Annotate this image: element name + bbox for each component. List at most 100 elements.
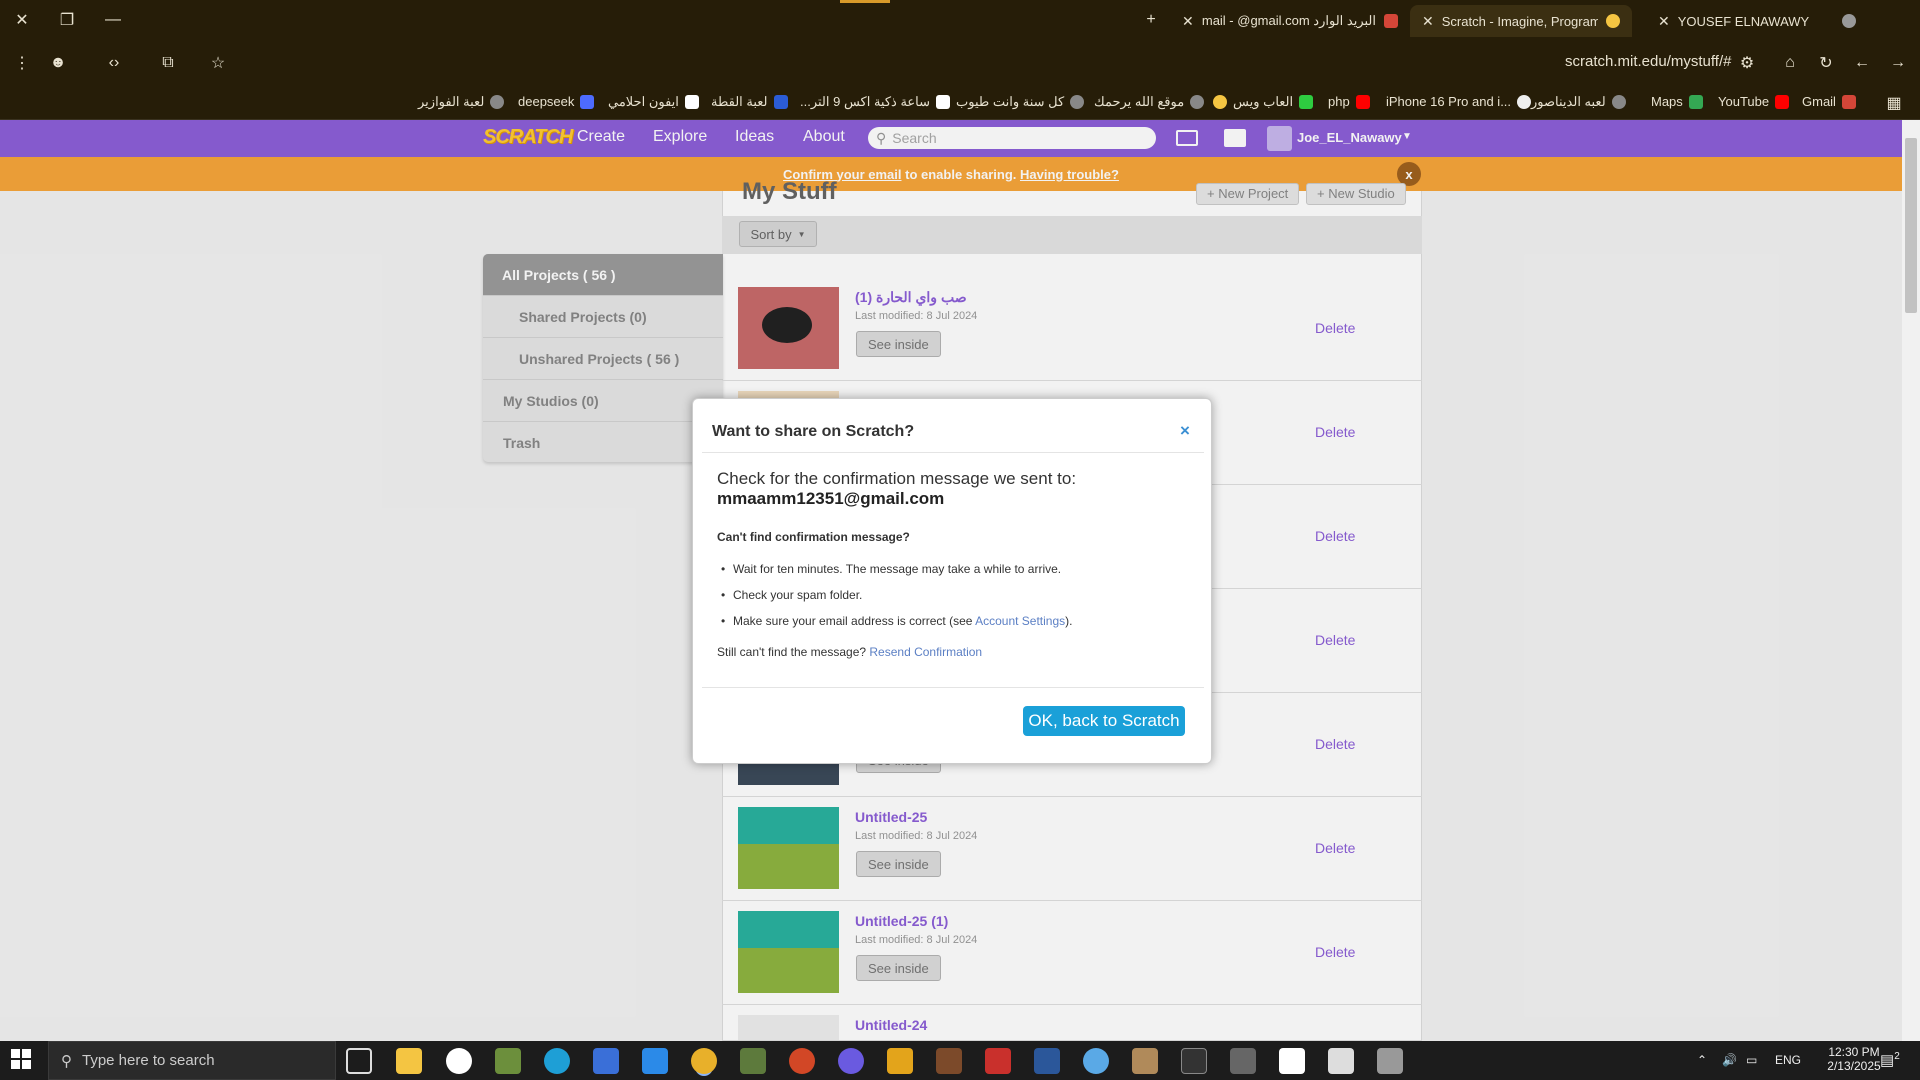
bookmark-php[interactable]: php (1328, 94, 1370, 109)
bookmark-watch[interactable]: ساعة ذكية اكس 9 التر... (800, 94, 951, 110)
url-field[interactable]: scratch.mit.edu/mystuff/# (1565, 53, 1731, 70)
app-icon[interactable] (887, 1048, 913, 1074)
list-item: Check your spam folder. (721, 588, 862, 602)
apps-grid-icon[interactable]: ▦ (1880, 89, 1908, 117)
bookmark-gmail[interactable]: Gmail (1802, 94, 1856, 109)
bookmark-dino[interactable]: لعبه الديناصور (1531, 94, 1626, 110)
date: 2/13/2025 (1827, 1059, 1881, 1073)
game-icon (1299, 95, 1314, 109)
account-settings-link[interactable]: Account Settings (975, 614, 1065, 628)
globe-icon (1842, 14, 1856, 28)
new-tab-icon[interactable]: + (1137, 6, 1165, 34)
file-explorer-icon[interactable] (396, 1048, 422, 1074)
app-icon[interactable] (1377, 1048, 1403, 1074)
gmail-icon (1384, 14, 1398, 28)
time: 12:30 PM (1828, 1045, 1880, 1059)
reload-icon[interactable]: ↻ (1812, 49, 1840, 77)
notification-icon[interactable]: ▤2 (1880, 1051, 1900, 1069)
search-icon: ⚲ (61, 1052, 72, 1070)
app-icon[interactable] (495, 1048, 521, 1074)
forward-icon[interactable]: → (1884, 49, 1912, 77)
gmail-icon (1841, 94, 1856, 109)
capcut-icon[interactable] (1279, 1048, 1305, 1074)
extensions-icon[interactable]: ⧉ (154, 49, 182, 77)
tab-scratch[interactable]: ✕ Scratch - Imagine, Program, Sh (1410, 5, 1632, 37)
app-icon[interactable] (1328, 1048, 1354, 1074)
copilot-icon[interactable] (1083, 1048, 1109, 1074)
tab-close-icon[interactable]: ✕ (1182, 13, 1194, 30)
globe-icon (1070, 95, 1085, 109)
volume-icon[interactable]: 🔊 (1722, 1053, 1737, 1067)
menu-dots-icon[interactable]: ⋮ (8, 49, 36, 77)
app-icon[interactable] (985, 1048, 1011, 1074)
cant-find-heading: Can't find confirmation message? (717, 530, 910, 544)
check-message-text: Check for the confirmation message we se… (717, 469, 1077, 488)
globe-icon (1611, 95, 1626, 109)
youtube-icon (1775, 94, 1790, 109)
bookmark-iphone-dream[interactable]: ايفون احلامي (608, 94, 699, 110)
vscode-icon[interactable] (642, 1048, 668, 1074)
tab-label: البريد الوارد Gmail - @gmail.com (1201, 13, 1376, 28)
bookmark-site[interactable]: موقع الله يرحمك (1094, 94, 1205, 110)
restore-window-icon[interactable]: ❐ (53, 6, 81, 34)
terminal-icon[interactable] (1181, 1048, 1207, 1074)
bookmark-star-icon[interactable]: ☆ (204, 49, 232, 77)
bookmark-deepseek[interactable]: deepseek (518, 94, 595, 109)
globe-icon (490, 95, 505, 109)
tab-close-icon[interactable]: ✕ (1422, 13, 1434, 30)
network-icon[interactable]: ▭ (1746, 1053, 1757, 1067)
bookmark-iphone[interactable]: iPhone 16 Pro and i... (1386, 94, 1532, 109)
close-window-icon[interactable]: ✕ (8, 6, 36, 34)
chatgpt-icon[interactable] (446, 1048, 472, 1074)
chevron-up-icon[interactable]: ⌃ (1697, 1053, 1707, 1067)
site-settings-icon[interactable]: ⚙ (1733, 49, 1761, 77)
app-icon[interactable] (1132, 1048, 1158, 1074)
powerpoint-icon[interactable] (789, 1048, 815, 1074)
taskbar-search-input[interactable]: ⚲ Type here to search (48, 1041, 336, 1080)
chrome-icon[interactable] (691, 1048, 717, 1074)
list-item: Make sure your email address is correct … (721, 614, 1072, 628)
apple-icon (1517, 94, 1532, 109)
divider (702, 452, 1204, 453)
notification-count: 2 (1894, 1051, 1900, 1062)
ok-back-to-scratch-button[interactable]: OK, back to Scratch (1023, 706, 1185, 736)
app-icon[interactable] (838, 1048, 864, 1074)
address-bar-row: ⋮ ☻ ‹› ⧉ ☆ scratch.mit.edu/mystuff/# ⚙ ⌂… (0, 40, 1920, 86)
bookmark-birthday[interactable]: كل سنة وانت طيوب (956, 94, 1085, 110)
amazon-icon (684, 95, 699, 109)
windows-start-icon[interactable] (10, 1048, 36, 1074)
edge-icon[interactable] (544, 1048, 570, 1074)
tab-yousef[interactable]: ✕ YOUSEF ELNAWAWY (1646, 5, 1868, 37)
close-icon[interactable]: × (1180, 421, 1190, 441)
scratch-icon (1606, 14, 1620, 28)
bookmarks-bar: Gmail YouTube Maps لعبه الديناصور iPhone… (0, 86, 1920, 120)
resend-confirmation-link[interactable]: Resend Confirmation (869, 645, 982, 659)
back-icon[interactable]: ← (1848, 49, 1876, 77)
minimize-window-icon[interactable]: — (99, 6, 127, 34)
language-indicator[interactable]: ENG (1775, 1053, 1801, 1067)
app-icon[interactable] (1230, 1048, 1256, 1074)
word-icon[interactable] (1034, 1048, 1060, 1074)
home-icon[interactable]: ⌂ (1776, 49, 1804, 77)
globe-icon (1190, 95, 1205, 109)
profile-avatar-icon[interactable]: ☻ (44, 49, 72, 77)
game-icon[interactable] (740, 1048, 766, 1074)
maps-icon (1688, 94, 1703, 109)
task-view-icon[interactable] (346, 1048, 372, 1074)
scrollbar-thumb[interactable] (1905, 138, 1917, 313)
still-cant-find-text: Still can't find the message? Resend Con… (717, 645, 983, 659)
tab-drag-indicator (840, 0, 890, 3)
bookmark-maps[interactable]: Maps (1651, 94, 1703, 109)
clock[interactable]: 12:30 PM 2/13/2025 (1826, 1045, 1882, 1073)
bookmark-cat-game[interactable]: لعبة القطة (711, 94, 788, 110)
store-icon[interactable] (593, 1048, 619, 1074)
bookmark-games[interactable]: العاب ويس (1213, 94, 1314, 110)
deepseek-icon (580, 94, 595, 109)
game-icon[interactable] (936, 1048, 962, 1074)
bookmark-youtube[interactable]: YouTube (1718, 94, 1790, 109)
cartoon-network-icon (773, 95, 788, 109)
bookmark-riddles[interactable]: لعبة الفوازير (418, 94, 505, 110)
devtools-icon[interactable]: ‹› (100, 49, 128, 77)
tab-gmail[interactable]: ✕ البريد الوارد Gmail - @gmail.com (1170, 5, 1410, 37)
tab-close-icon[interactable]: ✕ (1658, 13, 1670, 30)
